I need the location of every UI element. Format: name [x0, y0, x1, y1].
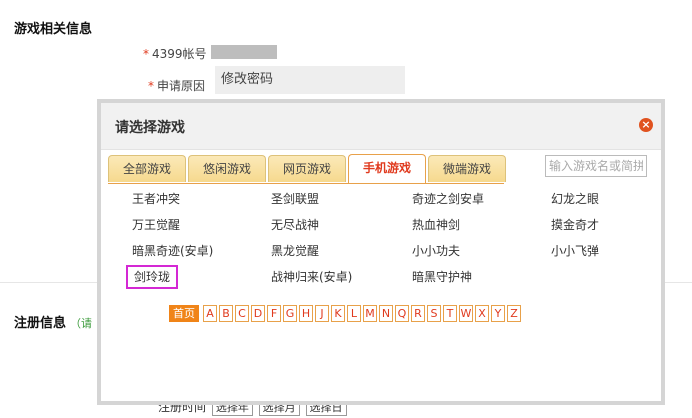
letter-y[interactable]: Y: [491, 305, 505, 322]
letter-j[interactable]: J: [315, 305, 329, 322]
tab-web-games[interactable]: 网页游戏: [268, 155, 346, 182]
game-item[interactable]: 奇迹之剑安卓: [412, 189, 484, 209]
tab-client-games[interactable]: 微端游戏: [428, 155, 506, 182]
letter-w[interactable]: W: [459, 305, 473, 322]
letter-k[interactable]: K: [331, 305, 345, 322]
game-item[interactable]: 圣剑联盟: [271, 189, 319, 209]
letter-h[interactable]: H: [299, 305, 313, 322]
tab-underline: [108, 183, 504, 184]
reason-field[interactable]: 修改密码: [215, 66, 405, 94]
modal-header: 请选择游戏 ×: [101, 103, 661, 150]
game-item[interactable]: 王者冲突: [132, 189, 180, 209]
letter-a[interactable]: A: [203, 305, 217, 322]
letter-s[interactable]: S: [427, 305, 441, 322]
game-item[interactable]: 战神归来(安卓): [271, 267, 352, 287]
section-title-registration: 注册信息 （请: [14, 316, 93, 331]
game-item[interactable]: 暗黑守护神: [412, 267, 472, 287]
game-item[interactable]: 小小飞弹: [551, 241, 599, 261]
section-title-game-info: 游戏相关信息: [14, 22, 93, 37]
select-game-modal: 请选择游戏 × 全部游戏 悠闲游戏 网页游戏 手机游戏 微端游戏 王者冲突 圣剑…: [97, 99, 665, 405]
game-item[interactable]: 小小功夫: [412, 241, 460, 261]
letter-t[interactable]: T: [443, 305, 457, 322]
account-value-masked: [211, 45, 277, 59]
letter-x[interactable]: X: [475, 305, 489, 322]
game-search-input[interactable]: [545, 155, 647, 177]
game-item[interactable]: 幻龙之眼: [551, 189, 599, 209]
section-hint: （请: [70, 317, 93, 330]
letter-c[interactable]: C: [235, 305, 249, 322]
letter-m[interactable]: M: [363, 305, 377, 322]
game-item[interactable]: 黑龙觉醒: [271, 241, 319, 261]
letter-d[interactable]: D: [251, 305, 265, 322]
game-item-highlighted[interactable]: 剑玲珑: [125, 265, 179, 289]
close-icon[interactable]: ×: [639, 118, 653, 132]
tab-all-games[interactable]: 全部游戏: [108, 155, 186, 182]
letter-l[interactable]: L: [347, 305, 361, 322]
game-item[interactable]: 摸金奇才: [551, 215, 599, 235]
game-item[interactable]: 热血神剑: [412, 215, 460, 235]
letter-index: 首页 A B C D F G H J K L M N Q R S T W X Y Z: [169, 305, 523, 324]
letter-z[interactable]: Z: [507, 305, 521, 322]
reason-label: * 申请原因: [148, 79, 206, 93]
tab-mobile-games[interactable]: 手机游戏: [348, 154, 426, 184]
modal-title: 请选择游戏: [115, 120, 185, 136]
index-home-button[interactable]: 首页: [169, 305, 199, 322]
account-label: * 4399帐号: [143, 47, 207, 61]
letter-g[interactable]: G: [283, 305, 297, 322]
game-item[interactable]: 无尽战神: [271, 215, 319, 235]
letter-b[interactable]: B: [219, 305, 233, 322]
tab-casual-games[interactable]: 悠闲游戏: [188, 155, 266, 182]
game-item[interactable]: 万王觉醒: [132, 215, 180, 235]
letter-r[interactable]: R: [411, 305, 425, 322]
letter-n[interactable]: N: [379, 305, 393, 322]
game-item[interactable]: 暗黑奇迹(安卓): [132, 241, 213, 261]
letter-q[interactable]: Q: [395, 305, 409, 322]
letter-f[interactable]: F: [267, 305, 281, 322]
